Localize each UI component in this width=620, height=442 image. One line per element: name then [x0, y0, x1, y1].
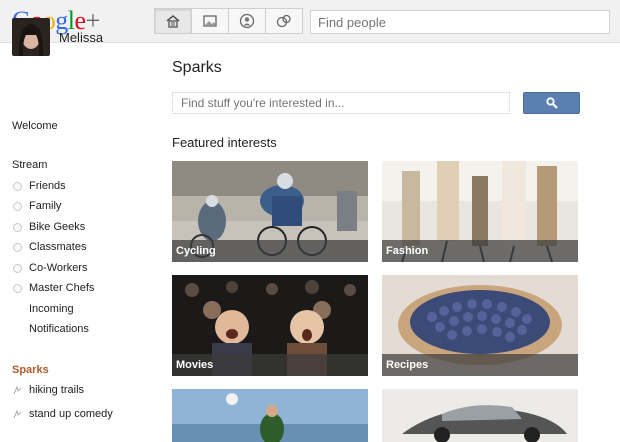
tile-label: Recipes	[382, 354, 578, 376]
main-nav	[154, 8, 303, 34]
circle-label: Classmates	[29, 241, 87, 253]
nav-profile-button[interactable]	[228, 8, 266, 34]
nav-photos-button[interactable]	[191, 8, 229, 34]
circle-item-classmates[interactable]: Classmates	[13, 241, 86, 253]
circle-item-friends[interactable]: Friends	[13, 180, 66, 192]
circle-icon	[13, 283, 22, 293]
circle-icon	[13, 181, 22, 191]
featured-interests-heading: Featured interests	[172, 135, 277, 150]
circle-item-master-chefs[interactable]: Master Chefs	[13, 282, 94, 294]
interest-tile-fashion[interactable]: Fashion	[382, 161, 578, 262]
profile-name: Melissa	[59, 29, 104, 45]
circle-icon	[13, 242, 22, 252]
sparks-heading-link[interactable]: Sparks	[12, 364, 49, 376]
spark-icon	[13, 385, 22, 395]
spark-label: hiking trails	[29, 384, 85, 396]
soccer-image	[172, 389, 368, 442]
tile-label: Fashion	[382, 240, 578, 262]
nav-circles-button[interactable]	[265, 8, 303, 34]
circle-icon	[13, 222, 22, 232]
circle-icon	[13, 263, 22, 273]
circle-label: Co-Workers	[29, 262, 88, 274]
spark-label: stand up comedy	[29, 408, 113, 420]
nav-home-button[interactable]	[154, 8, 192, 34]
tile-label: Movies	[172, 354, 368, 376]
circle-label: Friends	[29, 180, 66, 192]
notifications-link[interactable]: Notifications	[29, 323, 89, 335]
home-icon	[166, 15, 180, 28]
incoming-link[interactable]: Incoming	[29, 303, 74, 315]
spark-item-hiking-trails[interactable]: hiking trails	[13, 384, 84, 396]
circle-label: Family	[29, 200, 62, 212]
interest-tile-recipes[interactable]: Recipes	[382, 275, 578, 376]
profile-icon	[239, 13, 255, 29]
interest-tile-cycling[interactable]: Cycling	[172, 161, 368, 262]
profile-link[interactable]: Melissa	[12, 18, 103, 56]
spark-item-stand-up-comedy[interactable]: stand up comedy	[13, 408, 113, 420]
interest-tile-cars[interactable]	[382, 389, 578, 442]
find-people-input[interactable]	[310, 10, 610, 34]
avatar[interactable]	[12, 18, 50, 56]
cars-image	[382, 389, 578, 442]
sparks-search-input[interactable]	[172, 92, 510, 114]
page-title: Sparks	[172, 59, 222, 76]
circle-item-co-workers[interactable]: Co-Workers	[13, 262, 87, 274]
spark-icon	[13, 409, 22, 419]
search-icon	[545, 97, 558, 109]
circle-icon	[13, 201, 22, 211]
interest-tile-movies[interactable]: Movies	[172, 275, 368, 376]
circle-label: Master Chefs	[29, 282, 95, 294]
circle-item-bike-geeks[interactable]: Bike Geeks	[13, 221, 85, 233]
circle-label: Bike Geeks	[29, 221, 86, 233]
circle-item-family[interactable]: Family	[13, 200, 61, 212]
tile-label: Cycling	[172, 240, 368, 262]
search-button[interactable]	[523, 92, 580, 114]
interest-tile-soccer[interactable]	[172, 389, 368, 442]
photos-icon	[203, 15, 217, 27]
stream-link[interactable]: Stream	[12, 159, 47, 171]
welcome-link[interactable]: Welcome	[12, 120, 58, 132]
circles-icon	[276, 14, 291, 28]
